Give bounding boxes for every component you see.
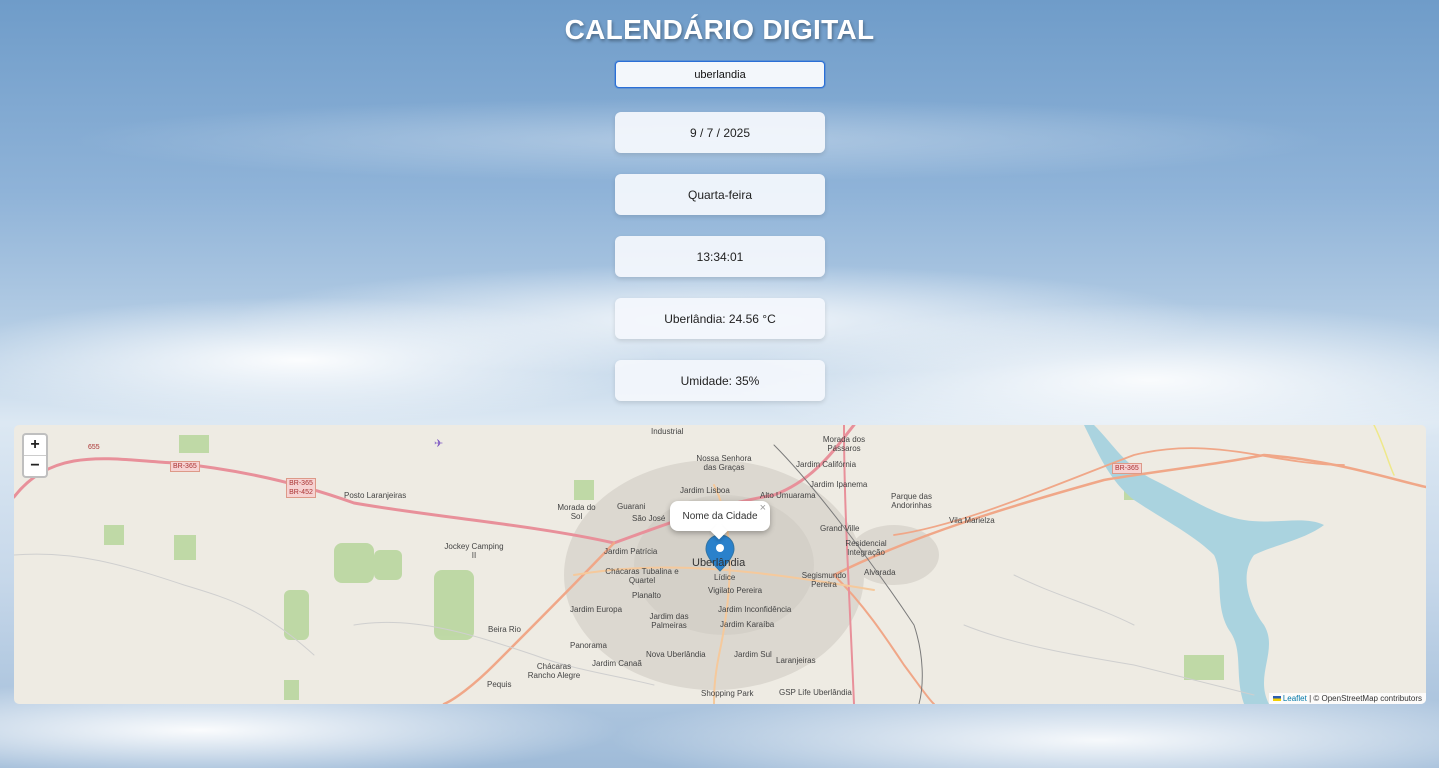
map-label: GSP Life Uberlândia (779, 688, 852, 697)
map-label: Jardim Inconfidência (718, 605, 792, 614)
date-card: 9 / 7 / 2025 (615, 112, 825, 153)
weekday-text: Quarta-feira (687, 187, 753, 202)
road-shield: BR-365 (1112, 463, 1142, 474)
map-label: Panorama (570, 641, 607, 650)
humidity-card: Umidade: 35% (615, 360, 825, 401)
map-label: Vila Marielza (949, 516, 995, 525)
map-label: Jardim Ipanema (810, 480, 868, 489)
airport-icon: ✈ (434, 438, 443, 450)
map-label: Lídice (714, 573, 736, 582)
road-shield: 655 (88, 444, 100, 451)
attribution-text: | © OpenStreetMap contributors (1306, 694, 1422, 703)
city-map[interactable]: ✈ Industrial Nossa Senhora das Graças Mo… (14, 425, 1426, 704)
map-label: Posto Laranjeiras (344, 491, 407, 500)
map-label: Alvorada (864, 568, 896, 577)
temperature-text: Uberlândia: 24.56 °C (664, 311, 776, 326)
map-label: Jardim Patrícia (604, 547, 658, 556)
map-label: Planalto (632, 591, 661, 600)
popup-close-button[interactable]: × (760, 502, 766, 514)
map-label: Alto Umuarama (760, 491, 816, 500)
map-label: Residencial Integração (845, 539, 887, 557)
map-label: Morada dos Pássaros (822, 435, 866, 453)
time-text: 13:34:01 (696, 249, 744, 264)
map-label: São José (632, 514, 666, 523)
map-label: Jardim Lisboa (680, 486, 730, 495)
road-shield: BR-365 (170, 461, 200, 472)
map-label: Beira Rio (488, 625, 521, 634)
map-label: Laranjeiras (776, 656, 816, 665)
zoom-in-button[interactable]: + (24, 435, 46, 456)
temperature-card: Uberlândia: 24.56 °C (615, 298, 825, 339)
zoom-control: + − (22, 433, 48, 478)
page-title: CALENDÁRIO DIGITAL (564, 14, 875, 45)
map-label: Segismundo Pereira (801, 571, 847, 589)
map-label: Guarani (617, 502, 646, 511)
date-text: 9 / 7 / 2025 (689, 125, 751, 140)
map-label: Jardim Sul (734, 650, 772, 659)
map-label: Jardim Califórnia (796, 460, 857, 469)
weekday-card: Quarta-feira (615, 174, 825, 215)
map-label: Morada do Sol (557, 503, 596, 521)
map-label: Nova Uberlândia (646, 650, 706, 659)
map-label: Jardim Canaã (592, 659, 642, 668)
map-label-city: Uberlândia (692, 557, 746, 569)
map-label: Jardim Karaíba (720, 620, 775, 629)
map-label: Grand Ville (820, 524, 860, 533)
map-label: Pequis (487, 680, 512, 689)
map-label: Nossa Senhora das Graças (696, 454, 752, 472)
map-label: Parque das Andorinhas (891, 492, 932, 510)
map-label: Vigilato Pereira (708, 586, 763, 595)
map-label: Industrial (651, 427, 684, 436)
map-label: Chácaras Rancho Alegre (527, 662, 581, 680)
road-shield: BR-365 BR-452 (286, 478, 316, 498)
map-popup: Nome da Cidade × (670, 501, 770, 540)
time-card: 13:34:01 (615, 236, 825, 277)
map-label: Chácaras Tubalina e Quartel (605, 567, 679, 585)
map-attribution: Leaflet | © OpenStreetMap contributors (1268, 693, 1426, 704)
map-label: Shopping Park (701, 689, 754, 698)
map-label: Jardim Europa (570, 605, 623, 614)
leaflet-link[interactable]: Leaflet (1283, 694, 1307, 703)
map-label: Jardim das Palmeiras (649, 612, 689, 630)
humidity-text: Umidade: 35% (680, 373, 760, 388)
map-label: Jockey Camping II (444, 542, 504, 560)
zoom-out-button[interactable]: − (24, 456, 46, 476)
ukraine-flag-icon (1272, 696, 1281, 702)
city-search-input[interactable] (615, 61, 825, 88)
popup-text: Nome da Cidade (682, 510, 758, 522)
